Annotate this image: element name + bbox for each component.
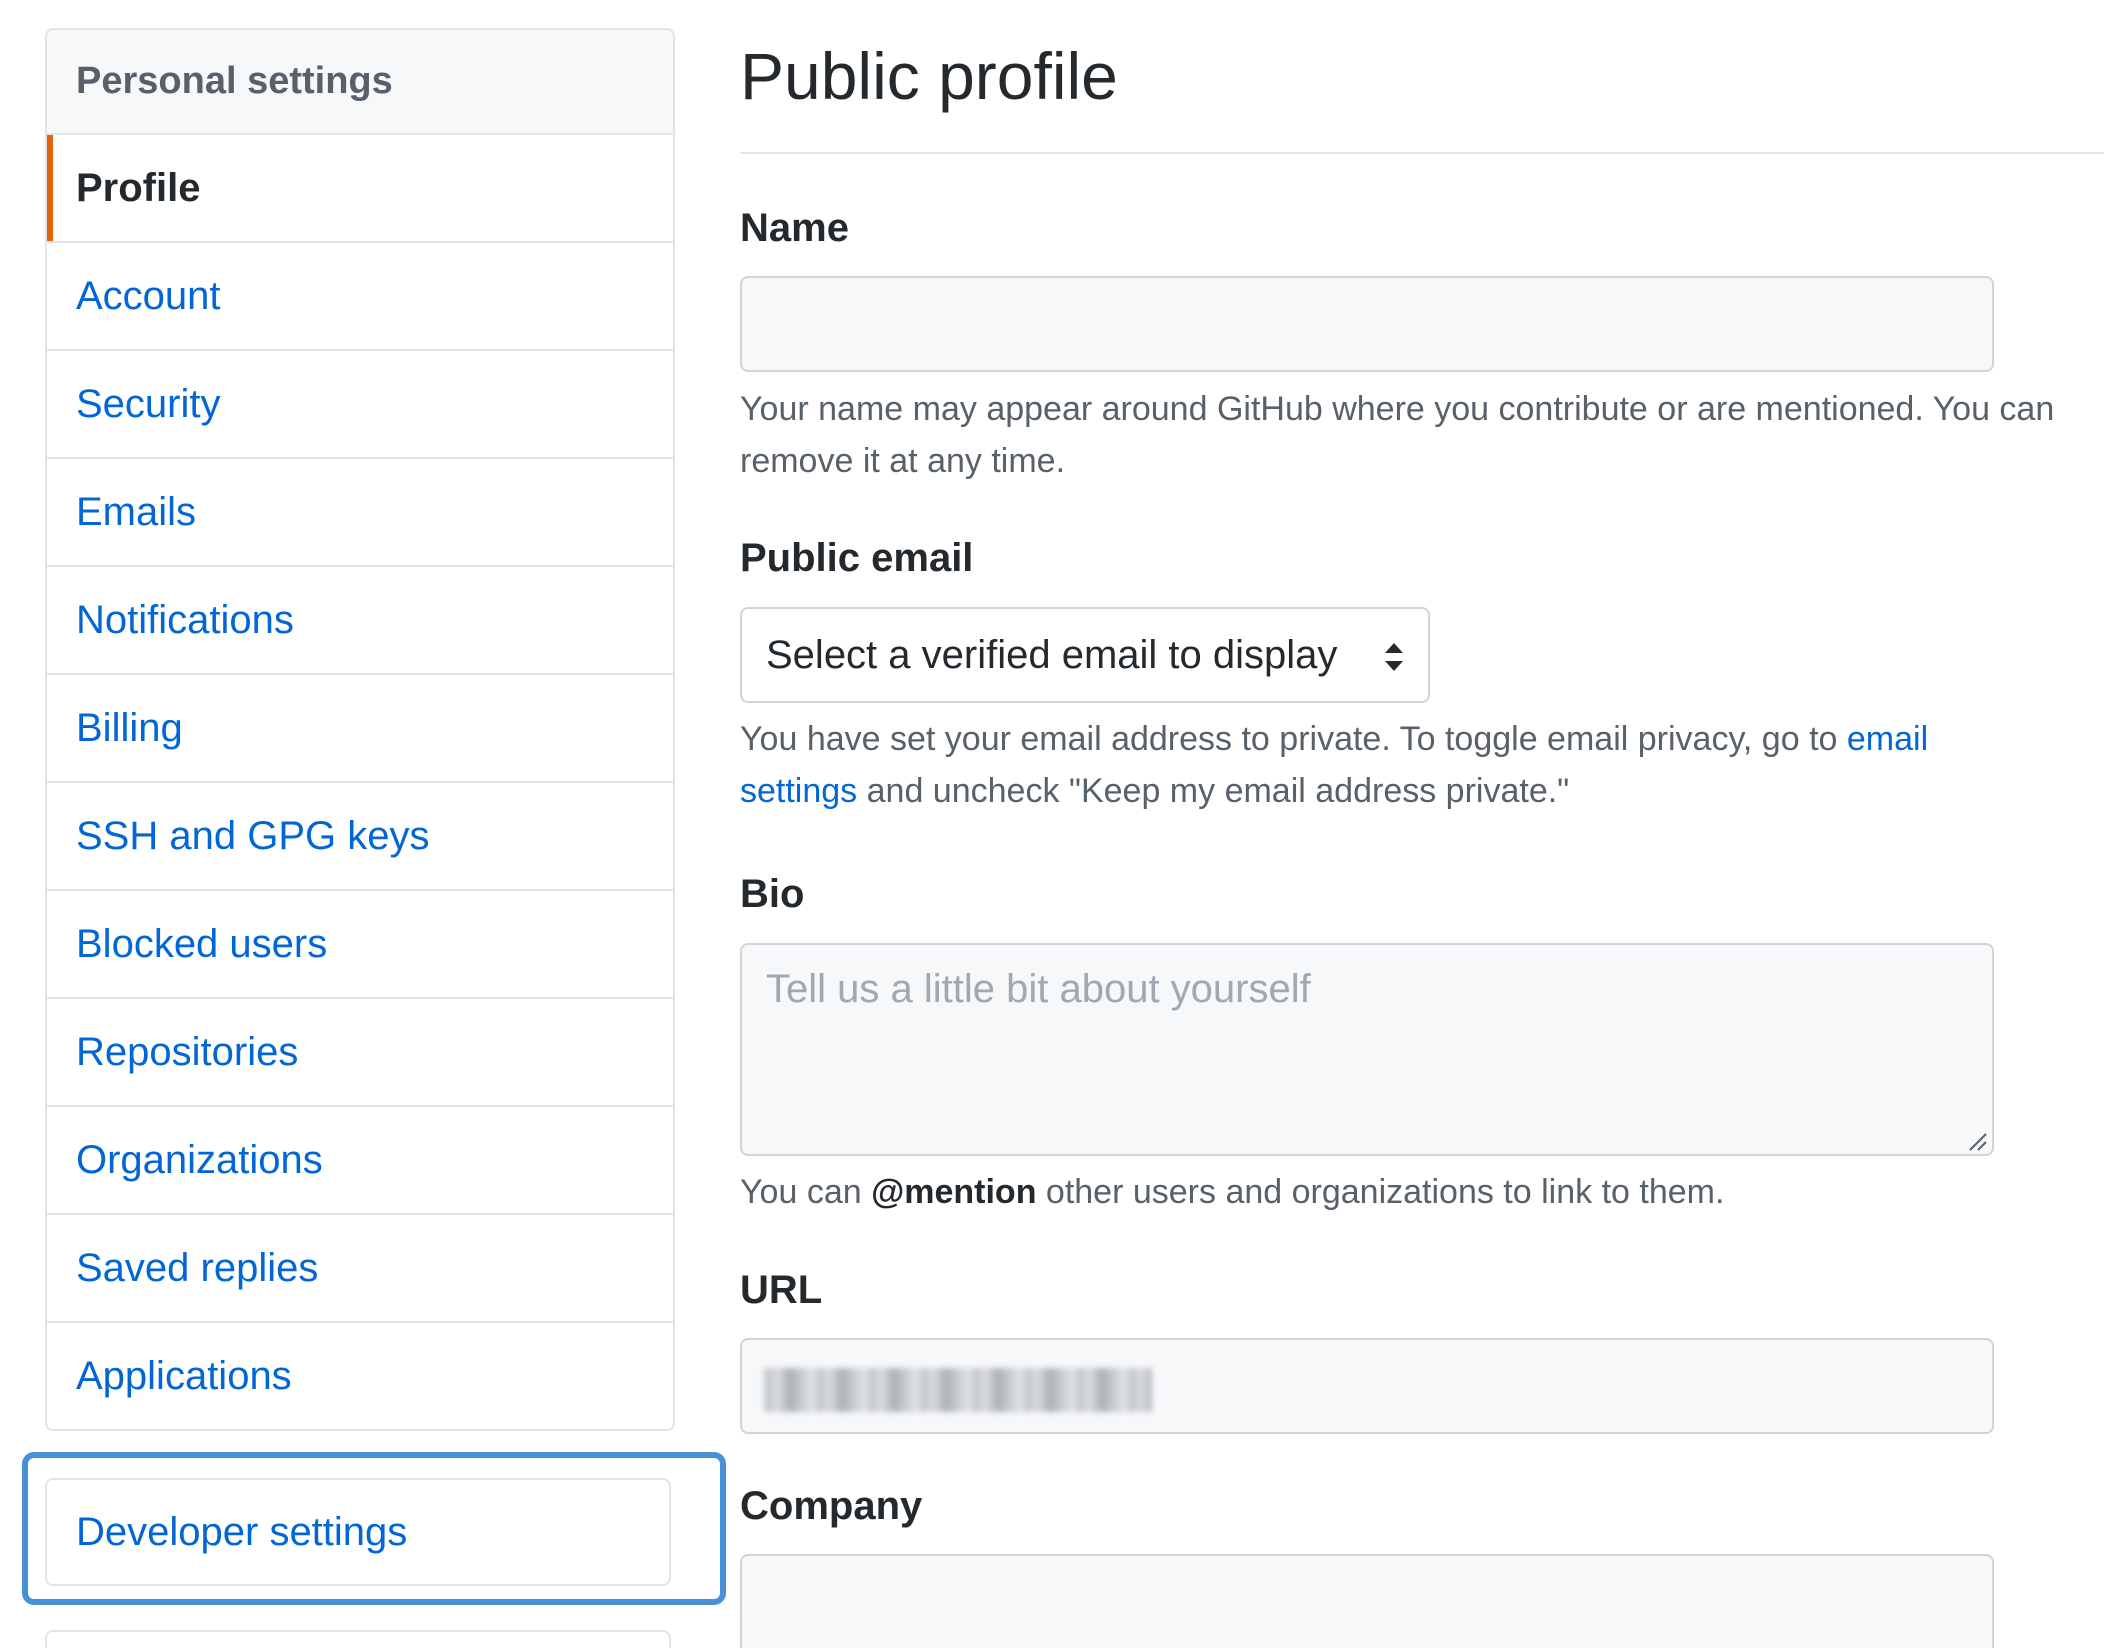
sidebar-item-notifications[interactable]: Notifications (47, 567, 673, 675)
bio-textarea[interactable] (740, 943, 1994, 1156)
public-email-note-suffix: and uncheck "Keep my email address priva… (857, 772, 1570, 810)
public-email-note: You have set your email address to priva… (740, 713, 2030, 817)
sidebar-item-emails[interactable]: Emails (47, 459, 673, 567)
public-email-label: Public email (740, 536, 974, 580)
page-title: Public profile (740, 39, 1118, 113)
bio-note: You can @mention other users and organiz… (740, 1166, 2070, 1218)
bio-note-suffix: other users and organizations to link to… (1036, 1173, 1725, 1211)
blurred-url-value (764, 1368, 1152, 1412)
public-email-select[interactable]: Select a verified email to display (740, 607, 1430, 703)
company-label: Company (740, 1484, 923, 1528)
sidebar-item-saved-replies[interactable]: Saved replies (47, 1215, 673, 1323)
sidebar-item-account[interactable]: Account (47, 243, 673, 351)
bio-note-prefix: You can (740, 1173, 872, 1211)
sidebar-next-section (45, 1630, 671, 1648)
sidebar-item-ssh-gpg-keys[interactable]: SSH and GPG keys (47, 783, 673, 891)
title-divider (740, 152, 2104, 154)
select-arrows-icon (1385, 643, 1403, 671)
bio-note-mention: @mention (871, 1173, 1037, 1211)
settings-sidebar: Personal settings Profile Account Securi… (45, 28, 675, 1431)
developer-settings-link[interactable]: Developer settings (45, 1478, 671, 1586)
sidebar-item-blocked-users[interactable]: Blocked users (47, 891, 673, 999)
sidebar-item-security[interactable]: Security (47, 351, 673, 459)
bio-label: Bio (740, 872, 805, 916)
sidebar-item-repositories[interactable]: Repositories (47, 999, 673, 1107)
name-input[interactable] (740, 276, 1994, 372)
public-email-selected-value: Select a verified email to display (766, 632, 1338, 677)
name-note: Your name may appear around GitHub where… (740, 390, 2055, 480)
sidebar-item-organizations[interactable]: Organizations (47, 1107, 673, 1215)
sidebar-header: Personal settings (47, 30, 673, 135)
settings-page: Personal settings Profile Account Securi… (0, 0, 2104, 1648)
sidebar-item-profile[interactable]: Profile (47, 135, 673, 243)
url-label: URL (740, 1268, 823, 1312)
name-label: Name (740, 206, 849, 250)
company-input[interactable] (740, 1554, 1994, 1648)
sidebar-item-applications[interactable]: Applications (47, 1323, 673, 1429)
resize-grip-icon[interactable] (1966, 1130, 1988, 1152)
public-email-note-prefix: You have set your email address to priva… (740, 720, 1847, 758)
sidebar-item-billing[interactable]: Billing (47, 675, 673, 783)
